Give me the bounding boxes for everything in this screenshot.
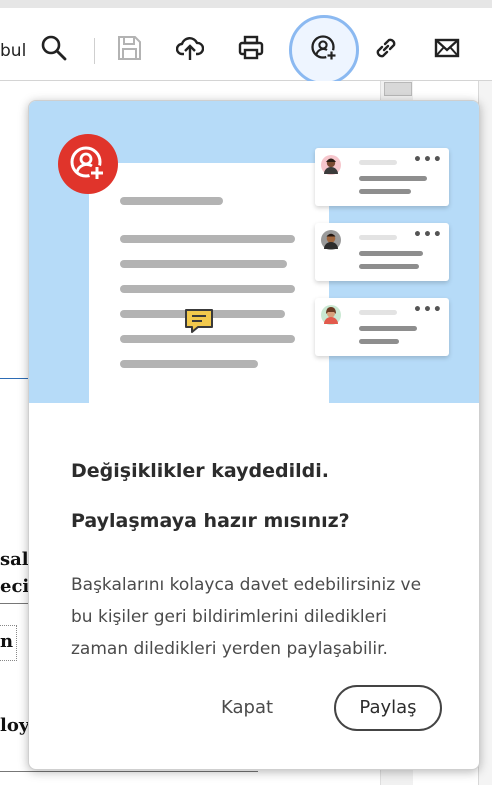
document-text-fragment: sal — [0, 549, 29, 570]
comment-author-placeholder — [359, 160, 397, 165]
comment-card: ••• — [315, 223, 449, 281]
avatar — [321, 155, 341, 175]
more-icon: ••• — [413, 227, 443, 243]
mail-icon[interactable] — [431, 32, 463, 64]
save-icon[interactable] — [113, 32, 145, 64]
close-button[interactable]: Kapat — [221, 692, 273, 724]
comment-text-line — [359, 326, 417, 331]
window-top-strip — [0, 0, 492, 8]
comment-icon — [184, 308, 214, 334]
document-text-fragment: eci — [0, 576, 30, 597]
document-text-fragment: n — [0, 631, 14, 652]
document-rule — [0, 603, 30, 604]
popover-description: Başkalarını kolayca davet edebilirsiniz … — [71, 575, 422, 659]
popover-title: Değişiklikler kaydedildi. — [71, 460, 329, 482]
share-button[interactable]: Paylaş — [334, 685, 442, 731]
share-user-add-icon — [58, 134, 118, 194]
illustration-text-line — [120, 235, 295, 243]
popover-subtitle: Paylaşmaya hazır mısınız? — [71, 510, 350, 532]
avatar — [321, 305, 341, 325]
print-icon[interactable] — [235, 32, 267, 64]
document-rule — [0, 771, 258, 772]
comment-author-placeholder — [359, 310, 397, 315]
document-text-fragment: loy — [0, 715, 30, 736]
more-icon: ••• — [413, 302, 443, 318]
link-icon[interactable] — [370, 32, 402, 64]
illustration-text-line — [120, 285, 295, 293]
comment-text-line — [359, 339, 399, 344]
toolbar-separator — [94, 38, 95, 64]
toolbar: bul — [0, 8, 492, 85]
illustration-text-line — [120, 335, 295, 343]
search-icon[interactable] — [38, 32, 70, 64]
comment-card: ••• — [315, 298, 449, 356]
illustration-text-line — [120, 260, 287, 268]
upload-cloud-icon[interactable] — [174, 32, 206, 64]
illustration-text-line — [120, 197, 223, 205]
comment-card: ••• — [315, 148, 449, 206]
illustration-document — [89, 163, 329, 403]
share-illustration: ••• ••• ••• — [29, 101, 479, 403]
right-side-panel — [478, 81, 492, 785]
share-user-add-icon[interactable] — [308, 32, 340, 64]
more-icon: ••• — [413, 152, 443, 168]
comment-text-line — [359, 251, 423, 256]
share-prompt-popover: ••• ••• ••• Değişiklikler kaydedildi. Pa… — [28, 100, 480, 770]
document-rule — [0, 378, 30, 379]
scrollbar-thumb[interactable] — [384, 82, 412, 96]
comment-text-line — [359, 176, 427, 181]
illustration-text-line — [120, 360, 258, 368]
comment-text-line — [359, 264, 419, 269]
find-label[interactable]: bul — [0, 41, 26, 61]
avatar — [321, 230, 341, 250]
comment-author-placeholder — [359, 235, 397, 240]
comment-text-line — [359, 189, 411, 194]
